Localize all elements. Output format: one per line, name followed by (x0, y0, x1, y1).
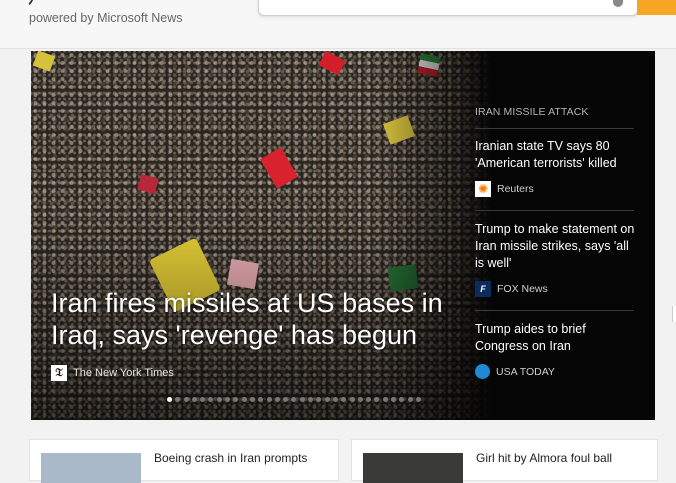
header: ﾉ powered by Microsoft News (0, 0, 676, 49)
carousel-dot[interactable] (382, 397, 388, 402)
reuters-icon: ✺ (475, 181, 491, 197)
related-story-source: ✺ Reuters (475, 181, 635, 197)
carousel-dot[interactable] (233, 397, 239, 402)
fox-news-icon: F (475, 281, 491, 297)
carousel-dot[interactable] (167, 397, 172, 402)
related-story-source: USA TODAY (475, 364, 635, 379)
carousel-dot[interactable] (324, 397, 330, 402)
related-story-source-name: USA TODAY (496, 365, 555, 378)
related-story-headline[interactable]: Trump aides to brief Congress on Iran (475, 321, 635, 355)
carousel-dot[interactable] (225, 397, 231, 402)
related-story[interactable]: Trump aides to brief Congress on Iran US… (475, 321, 635, 379)
carousel-dot[interactable] (374, 397, 380, 402)
related-story-source: F FOX News (475, 281, 635, 297)
msn-logo-icon[interactable]: ﾉ (28, 0, 42, 8)
news-card-headline[interactable]: Boeing crash in Iran prompts (154, 451, 307, 465)
category-label[interactable]: IRAN MISSILE ATTACK (475, 106, 589, 118)
related-story[interactable]: Iranian state TV says 80 'American terro… (475, 138, 635, 197)
carousel-dot[interactable] (332, 397, 338, 402)
carousel-dot[interactable] (266, 397, 272, 402)
news-card-headline[interactable]: Girl hit by Almora foul ball (476, 451, 612, 465)
new-york-times-icon: 𝔗 (51, 365, 67, 381)
carousel-dot[interactable] (258, 397, 264, 402)
carousel-dot[interactable] (407, 397, 413, 402)
carousel-dot[interactable] (349, 397, 355, 402)
divider (475, 210, 634, 211)
carousel-dots (167, 397, 424, 403)
related-story-source-name: Reuters (497, 183, 534, 195)
search-input[interactable] (258, 0, 638, 16)
carousel-dot[interactable] (191, 397, 197, 402)
hero-source[interactable]: 𝔗 The New York Times (51, 365, 174, 381)
microphone-icon[interactable] (613, 0, 623, 7)
carousel-dot[interactable] (415, 397, 421, 402)
related-stories-panel: IRAN MISSILE ATTACK Iranian state TV say… (469, 51, 645, 420)
carousel-dot[interactable] (241, 397, 247, 402)
carousel-dot[interactable] (308, 397, 314, 402)
powered-by-label: powered by Microsoft News (29, 11, 183, 25)
carousel-dot[interactable] (175, 397, 181, 402)
related-story[interactable]: Trump to make statement on Iran missile … (475, 221, 635, 297)
hero-carousel[interactable]: Iran fires missiles at US bases in Iraq,… (31, 51, 655, 420)
news-card-thumbnail[interactable] (41, 453, 141, 483)
divider (475, 310, 634, 311)
hero-source-name: The New York Times (73, 367, 174, 379)
carousel-dot[interactable] (316, 397, 322, 402)
carousel-dot[interactable] (216, 397, 222, 402)
carousel-dot[interactable] (249, 397, 255, 402)
carousel-dot[interactable] (399, 397, 405, 402)
carousel-dot[interactable] (357, 397, 363, 402)
related-story-source-name: FOX News (497, 283, 548, 295)
carousel-dot[interactable] (366, 397, 372, 402)
related-story-headline[interactable]: Iranian state TV says 80 'American terro… (475, 138, 635, 172)
carousel-dot[interactable] (291, 397, 297, 402)
carousel-dot[interactable] (200, 397, 206, 402)
carousel-dot[interactable] (391, 397, 397, 402)
news-card[interactable]: Girl hit by Almora foul ball (351, 439, 658, 483)
carousel-dot[interactable] (299, 397, 305, 402)
usa-today-icon (475, 364, 490, 379)
carousel-dot[interactable] (274, 397, 280, 402)
news-card[interactable]: Boeing crash in Iran prompts (29, 439, 339, 483)
news-card-thumbnail[interactable] (363, 453, 463, 483)
side-tab-edge[interactable] (672, 306, 676, 322)
carousel-dot[interactable] (183, 397, 189, 402)
search-button[interactable] (637, 0, 676, 15)
carousel-dot[interactable] (341, 397, 347, 402)
carousel-dot[interactable] (208, 397, 214, 402)
divider (475, 128, 634, 129)
carousel-dot[interactable] (283, 397, 289, 402)
related-story-headline[interactable]: Trump to make statement on Iran missile … (475, 221, 635, 272)
hero-headline-link[interactable]: Iran fires missiles at US bases in Iraq,… (51, 287, 471, 351)
